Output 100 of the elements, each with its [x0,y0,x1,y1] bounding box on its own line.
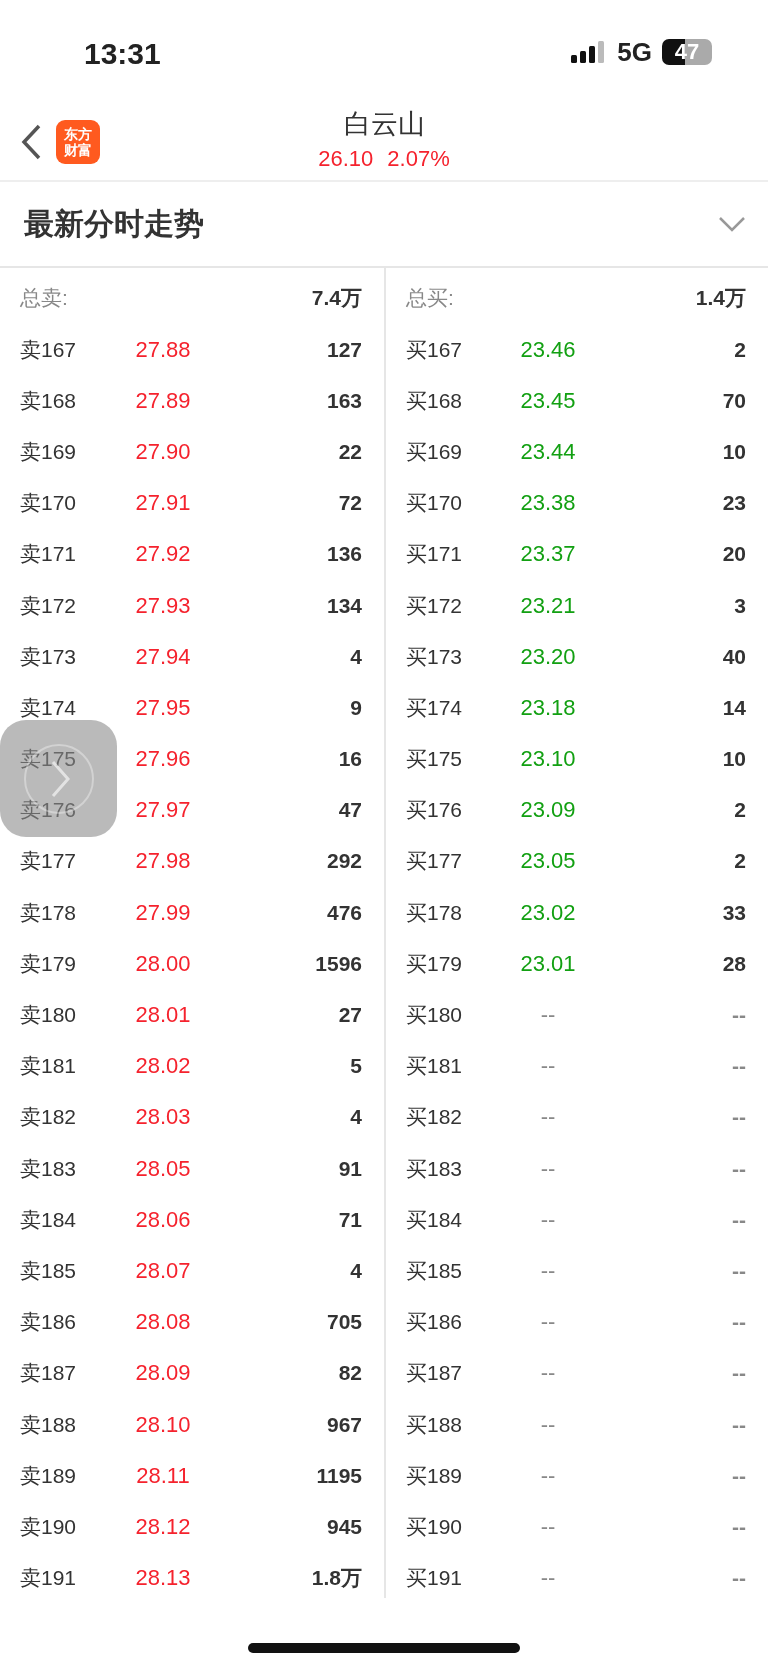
assistive-touch-button[interactable] [0,720,117,837]
price-cell-text: 28.01 [134,1002,192,1029]
volume-cell-text: -- [731,1463,746,1488]
level-label: 买179 [406,950,464,977]
volume-cell-text: -- [731,1054,746,1079]
level-label: 买185 [406,1257,464,1284]
price-cell-text: 23.20 [519,643,577,670]
volume-cell-text: 134 [325,593,362,618]
status-time: 13:31 [84,36,162,71]
price-cell-text: 23.18 [519,694,577,721]
volume-cell-text: 23 [721,491,746,516]
price-cell-text: -- [539,1360,557,1387]
price-cell-text: -- [539,1565,557,1592]
level-label: 买188 [406,1411,464,1438]
level-label: 买173 [406,643,464,670]
volume-cell-text: 4 [349,644,362,669]
volume-cell-text: 1195 [315,1463,362,1488]
level-label: 买186 [406,1309,464,1336]
level-label: 卖169 [20,438,78,465]
level-label: 卖167 [20,336,78,363]
section-title: 最新分时走势 [24,205,204,242]
volume-cell-text: 28 [721,951,746,976]
level-label: 卖174 [20,694,78,721]
level-label: 卖180 [20,1002,78,1029]
chevron-icon[interactable] [718,216,746,232]
price-cell-text: 23.05 [519,848,577,875]
price-cell-text: -- [539,1104,557,1131]
level-label: 买184 [406,1206,464,1233]
volume-cell-text: 82 [337,1361,362,1386]
volume-cell-text: 2 [733,337,746,362]
volume-cell-text: -- [731,1207,746,1232]
volume-cell-text: 9 [349,695,362,720]
volume-cell-text: 163 [325,388,362,413]
volume-cell-text: 40 [721,644,746,669]
level-label: 买181 [406,1053,464,1080]
price-cell-text: 27.97 [134,797,192,824]
level-label: 卖189 [20,1462,78,1489]
price-cell-text: 23.21 [519,592,577,619]
volume-cell-text: 71 [337,1207,362,1232]
level-label: 卖171 [20,541,78,568]
level-label: 卖185 [20,1257,78,1284]
volume-cell-text: 16 [337,747,362,772]
level-label: 买180 [406,1002,464,1029]
volume-cell-text: 22 [337,439,362,464]
network-label: 5G [617,36,652,68]
price-cell-text: -- [539,1513,557,1540]
level-label: 卖173 [20,643,78,670]
price-cell-text: -- [539,1206,557,1233]
price-cell-text: 23.45 [519,387,577,414]
level-label: 卖183 [20,1155,78,1182]
level-label: 卖184 [20,1206,78,1233]
volume-cell-text: -- [731,1003,746,1028]
price-cell-text: 27.90 [134,438,192,465]
total-label: 总卖: [20,285,69,311]
volume-cell-text: 4 [349,1105,362,1130]
level-label: 买190 [406,1513,464,1540]
price-cell-text: 23.02 [519,899,577,926]
volume-cell-text: 136 [325,542,362,567]
volume-cell-text: -- [731,1361,746,1386]
price-cell-text: 23.44 [519,438,577,465]
level-label: 卖175 [20,746,78,773]
volume-cell-text: 292 [325,849,362,874]
price-cell-text: 28.09 [134,1360,192,1387]
volume-cell-text: -- [731,1258,746,1283]
level-label: 卖182 [20,1104,78,1131]
price-cell-text: 27.99 [134,899,192,926]
level-label: 买177 [406,848,464,875]
volume-cell-text: 705 [325,1310,362,1335]
volume-cell-text: 91 [337,1156,362,1181]
level-label: 买187 [406,1360,464,1387]
price-cell-text: 23.37 [519,541,577,568]
price-cell-text: 27.89 [134,387,192,414]
level-label: 买167 [406,336,464,363]
volume-cell-text: -- [731,1514,746,1539]
price-cell-text: 27.96 [134,746,192,773]
level-label: 卖186 [20,1309,78,1336]
volume-cell-text: 5 [349,1054,362,1079]
level-label: 卖178 [20,899,78,926]
level-label: 卖170 [20,490,78,517]
volume-cell-text: 14 [721,695,746,720]
price-cell-text: -- [539,1002,557,1029]
volume-cell-text: -- [731,1310,746,1335]
price-cell-text: 28.07 [134,1257,192,1284]
level-label: 卖177 [20,848,78,875]
app-logo: 东方 财富 [56,120,100,164]
volume-cell-text: 3 [733,593,746,618]
price-cell-text: -- [539,1257,557,1284]
price-cell-text: 28.11 [135,1462,191,1489]
price-cell-text: 28.10 [134,1411,192,1438]
level-label: 买191 [406,1565,464,1592]
signal-icon [571,41,606,63]
stock-name: 白云山 [343,108,425,141]
volume-cell-text: 967 [325,1412,362,1437]
price-cell-text: 27.98 [134,848,192,875]
volume-cell-text: -- [731,1156,746,1181]
volume-cell-text: 33 [721,900,746,925]
back-icon[interactable] [20,124,42,160]
level-label: 买172 [406,592,464,619]
volume-cell-text: 72 [337,491,362,516]
level-label: 买182 [406,1104,464,1131]
